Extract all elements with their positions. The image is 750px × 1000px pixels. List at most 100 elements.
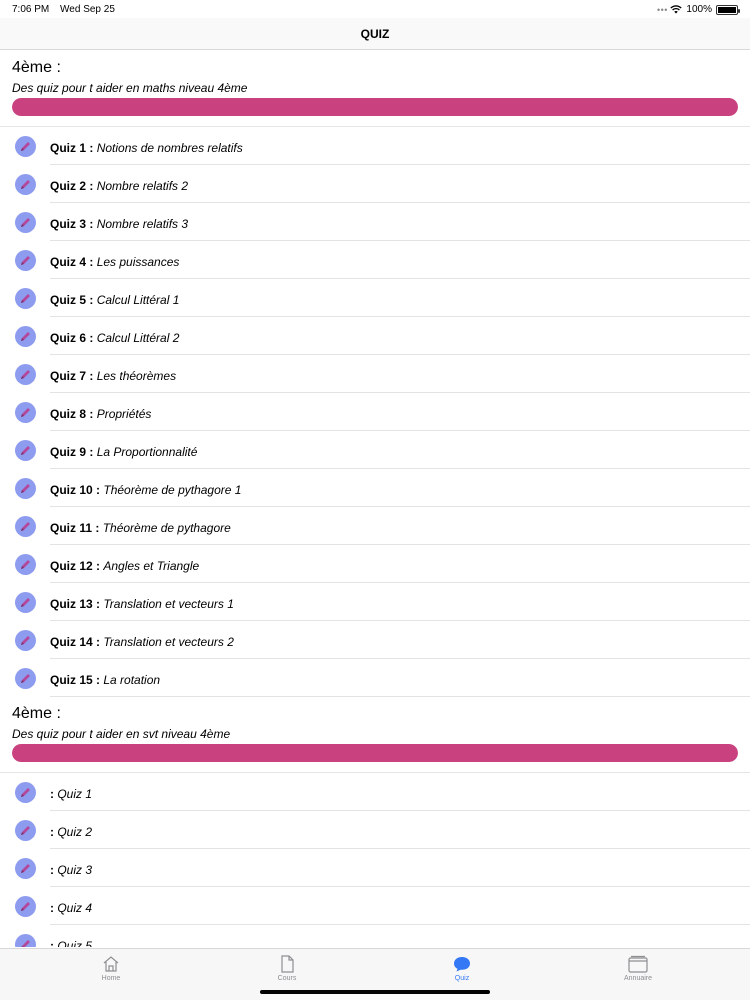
- quiz-item[interactable]: : Quiz 3: [0, 849, 750, 887]
- status-left: 7:06 PM Wed Sep 25: [12, 4, 123, 15]
- quiz-item[interactable]: : Quiz 5: [0, 925, 750, 947]
- section-title: 4ème :: [12, 59, 61, 76]
- quiz-item-text: Quiz 7 : Les théorèmes: [50, 369, 176, 383]
- progress-fill: [12, 744, 738, 762]
- quiz-item[interactable]: Quiz 9 : La Proportionnalité: [0, 431, 750, 469]
- tab-quiz[interactable]: Quiz: [402, 955, 522, 982]
- quiz-title: Translation et vecteurs 2: [103, 635, 234, 649]
- quiz-item-text: Quiz 10 : Théorème de pythagore 1: [50, 483, 241, 497]
- quiz-number: Quiz 4 :: [50, 255, 94, 269]
- section-subtitle: Des quiz pour t aider en svt niveau 4ème: [12, 727, 231, 741]
- pencil-icon: [15, 858, 36, 879]
- pencil-icon: [15, 668, 36, 689]
- quiz-title: Les théorèmes: [96, 369, 177, 383]
- section-subtitle: Des quiz pour t aider en maths niveau 4è…: [12, 81, 248, 95]
- quiz-number: Quiz 10 :: [50, 483, 101, 497]
- quiz-item-text: : Quiz 1: [50, 787, 92, 801]
- tab-label: Cours: [277, 975, 297, 982]
- quiz-item[interactable]: Quiz 10 : Théorème de pythagore 1: [0, 469, 750, 507]
- quiz-list[interactable]: 4ème : Des quiz pour t aider en maths niv…: [0, 51, 750, 947]
- quiz-item[interactable]: Quiz 12 : Angles et Triangle: [0, 545, 750, 583]
- tab-cours[interactable]: Cours: [227, 955, 347, 982]
- battery-percent: 100%: [686, 4, 712, 15]
- quiz-item-text: Quiz 12 : Angles et Triangle: [50, 559, 199, 573]
- quiz-title: La Proportionnalité: [96, 445, 198, 459]
- quiz-title: Quiz 2: [57, 825, 93, 839]
- quiz-number: Quiz 7 :: [50, 369, 94, 383]
- home-indicator: [260, 990, 490, 994]
- chat-bubble-icon: [402, 955, 522, 973]
- quiz-item-text: Quiz 14 : Translation et vecteurs 2: [50, 635, 234, 649]
- quiz-title: La rotation: [103, 673, 161, 687]
- quiz-title: Nombre relatifs 2: [96, 179, 189, 193]
- quiz-title: Nombre relatifs 3: [96, 217, 189, 231]
- wifi-icon: [670, 5, 683, 14]
- quiz-item[interactable]: Quiz 8 : Propriétés: [0, 393, 750, 431]
- quiz-title: Calcul Littéral 2: [96, 331, 180, 345]
- quiz-item-text: : Quiz 3: [50, 863, 92, 877]
- quiz-item[interactable]: Quiz 11 : Théorème de pythagore: [0, 507, 750, 545]
- quiz-number: Quiz 2 :: [50, 179, 94, 193]
- tab-home[interactable]: Home: [51, 955, 171, 982]
- quiz-title: Translation et vecteurs 1: [103, 597, 234, 611]
- quiz-item[interactable]: Quiz 15 : La rotation: [0, 659, 750, 697]
- quiz-item[interactable]: Quiz 13 : Translation et vecteurs 1: [0, 583, 750, 621]
- quiz-item-text: Quiz 3 : Nombre relatifs 3: [50, 217, 188, 231]
- quiz-title: Quiz 4: [57, 901, 93, 915]
- quiz-number: :: [50, 863, 54, 877]
- quiz-item-text: Quiz 1 : Notions de nombres relatifs: [50, 141, 243, 155]
- quiz-item[interactable]: Quiz 1 : Notions de nombres relatifs: [0, 127, 750, 165]
- pencil-icon: [15, 934, 36, 947]
- quiz-number: Quiz 3 :: [50, 217, 94, 231]
- quiz-number: Quiz 5 :: [50, 293, 94, 307]
- pencil-icon: [15, 288, 36, 309]
- quiz-item[interactable]: : Quiz 1: [0, 773, 750, 811]
- tab-label: Annuaire: [623, 975, 653, 982]
- quiz-title: Quiz 3: [57, 863, 93, 877]
- quiz-item-text: Quiz 4 : Les puissances: [50, 255, 179, 269]
- pencil-icon: [15, 440, 36, 461]
- pencil-icon: [15, 630, 36, 651]
- quiz-item[interactable]: Quiz 4 : Les puissances: [0, 241, 750, 279]
- quiz-number: Quiz 9 :: [50, 445, 94, 459]
- pencil-icon: [15, 592, 36, 613]
- directory-icon: [578, 955, 698, 973]
- quiz-item[interactable]: Quiz 14 : Translation et vecteurs 2: [0, 621, 750, 659]
- quiz-item[interactable]: Quiz 3 : Nombre relatifs 3: [0, 203, 750, 241]
- quiz-item[interactable]: Quiz 6 : Calcul Littéral 2: [0, 317, 750, 355]
- quiz-number: Quiz 6 :: [50, 331, 94, 345]
- quiz-item-text: Quiz 15 : La rotation: [50, 673, 160, 687]
- quiz-number: Quiz 14 :: [50, 635, 101, 649]
- quiz-title: Notions de nombres relatifs: [96, 141, 243, 155]
- quiz-title: Quiz 5: [57, 939, 93, 947]
- pencil-icon: [15, 250, 36, 271]
- quiz-number: Quiz 1 :: [50, 141, 94, 155]
- section-header: 4ème : Des quiz pour t aider en maths niv…: [0, 51, 750, 127]
- pencil-icon: [15, 896, 36, 917]
- quiz-item-text: Quiz 2 : Nombre relatifs 2: [50, 179, 188, 193]
- pencil-icon: [15, 820, 36, 841]
- quiz-title: Propriétés: [96, 407, 152, 421]
- status-right: • • • 100%: [656, 4, 740, 15]
- quiz-number: Quiz 13 :: [50, 597, 101, 611]
- pencil-icon: [15, 782, 36, 803]
- quiz-item[interactable]: Quiz 7 : Les théorèmes: [0, 355, 750, 393]
- quiz-item[interactable]: Quiz 5 : Calcul Littéral 1: [0, 279, 750, 317]
- quiz-item-text: Quiz 8 : Propriétés: [50, 407, 151, 421]
- multitasking-dots-icon: • • •: [656, 4, 668, 15]
- quiz-item[interactable]: Quiz 2 : Nombre relatifs 2: [0, 165, 750, 203]
- tab-label: Home: [101, 975, 121, 982]
- quiz-number: Quiz 15 :: [50, 673, 101, 687]
- tab-label: Quiz: [454, 975, 470, 982]
- quiz-item-text: Quiz 6 : Calcul Littéral 2: [50, 331, 179, 345]
- section-progress-bar: [12, 744, 738, 762]
- quiz-title: Théorème de pythagore 1: [103, 483, 242, 497]
- status-date: Wed Sep 25: [60, 4, 115, 15]
- quiz-item[interactable]: : Quiz 4: [0, 887, 750, 925]
- quiz-item-text: : Quiz 2: [50, 825, 92, 839]
- quiz-title: Angles et Triangle: [103, 559, 200, 573]
- document-icon: [227, 955, 347, 973]
- quiz-item[interactable]: : Quiz 2: [0, 811, 750, 849]
- quiz-item-text: Quiz 11 : Théorème de pythagore: [50, 521, 231, 535]
- tab-annuaire[interactable]: Annuaire: [578, 955, 698, 982]
